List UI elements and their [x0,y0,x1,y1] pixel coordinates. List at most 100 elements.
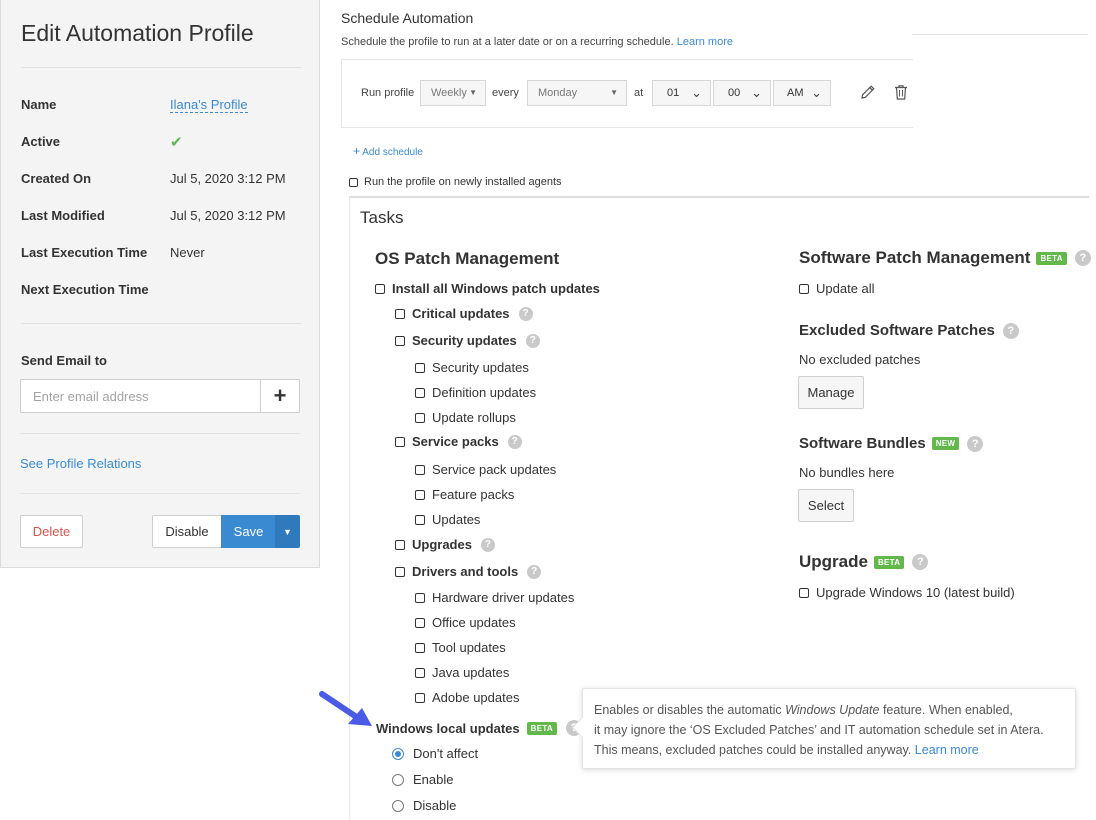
security-updates-option[interactable]: Security updates ? [395,333,540,348]
edit-schedule-button[interactable] [856,80,880,104]
software-bundles-title: Software Bundles NEW ? [799,435,984,452]
see-profile-relations-link[interactable]: See Profile Relations [20,456,141,471]
update-all-option[interactable]: Update all [799,281,875,296]
install-all-checkbox[interactable] [375,283,385,294]
add-schedule-link[interactable]: + Add schedule [353,144,423,158]
upgrades-option[interactable]: Upgrades ? [395,537,495,552]
help-icon[interactable]: ? [967,435,984,452]
day-select[interactable]: Monday ▼ [527,80,627,106]
upgrades-checkbox[interactable] [395,539,405,550]
os-patch-title: OS Patch Management [375,249,560,268]
office-updates-option[interactable]: Office updates [415,615,516,630]
tooltip-learn-more-link[interactable]: Learn more [915,743,979,757]
profile-name-link[interactable]: Ilana's Profile [170,97,248,113]
checkbox[interactable] [415,642,425,653]
radio-disable[interactable]: Disable [392,798,456,813]
help-icon[interactable]: ? [480,537,495,552]
frequency-select[interactable]: Weekly ▼ [420,80,486,106]
save-options-button[interactable]: ▼ [275,515,300,548]
java-updates-option[interactable]: Java updates [415,665,509,680]
windows-local-updates-label: Windows local updates BETA ? [376,720,583,736]
add-email-button[interactable]: + [260,379,300,413]
active-label: Active [21,134,61,149]
last-execution-label: Last Execution Time [21,245,148,260]
minute-select[interactable]: 00 ⌄ [713,80,771,106]
radio-button[interactable] [392,799,404,812]
hour-select[interactable]: 01 ⌄ [652,80,711,106]
feature-packs-option[interactable]: Feature packs [415,487,514,502]
delete-schedule-button[interactable] [889,80,913,104]
help-icon[interactable]: ? [1002,322,1019,339]
tooltip-line-2: it may ignore the ‘OS Excluded Patches’ … [594,723,1044,737]
disable-button[interactable]: Disable [152,515,222,548]
delete-button[interactable]: Delete [20,515,83,548]
plus-icon: + [353,144,361,158]
radio-dont-affect[interactable]: Don't affect [392,746,478,761]
select-button[interactable]: Select [798,489,854,522]
tool-updates-option[interactable]: Tool updates [415,640,506,655]
checkbox[interactable] [415,692,425,703]
at-label: at [634,87,644,99]
security-updates-checkbox[interactable] [395,335,405,346]
software-patch-title: Software Patch Management BETA ? [799,248,1091,268]
updates-option[interactable]: Updates [415,512,480,527]
critical-updates-checkbox[interactable] [395,308,405,319]
service-packs-option[interactable]: Service packs ? [395,434,522,449]
checkbox[interactable] [415,592,425,603]
critical-updates-option[interactable]: Critical updates ? [395,306,533,321]
radio-button[interactable] [392,747,404,760]
profile-details-panel: Edit Automation Profile Name Ilana's Pro… [0,0,320,568]
drivers-and-tools-option[interactable]: Drivers and tools ? [395,564,542,579]
save-button[interactable]: Save [221,515,276,548]
checkbox[interactable] [415,464,425,475]
service-pack-updates-option[interactable]: Service pack updates [415,462,556,477]
tasks-title: Tasks [360,208,404,227]
name-label: Name [21,97,57,112]
last-execution-value: Never [170,245,205,260]
excluded-empty-text: No excluded patches [799,352,921,367]
run-profile-label: Run profile [361,87,415,99]
manage-button[interactable]: Manage [798,376,864,409]
schedule-learn-more-link[interactable]: Learn more [677,36,733,48]
update-all-checkbox[interactable] [799,283,809,294]
help-icon[interactable]: ? [1074,250,1091,266]
checkbox[interactable] [415,514,425,525]
checkbox[interactable] [415,617,425,628]
install-all-windows-option[interactable]: Install all Windows patch updates [375,281,600,296]
checkbox[interactable] [415,412,425,423]
drivers-checkbox[interactable] [395,566,405,577]
chevron-down-icon: ⌄ [691,85,702,100]
checkbox[interactable] [415,362,425,373]
help-icon[interactable]: ? [525,333,540,348]
checkbox[interactable] [415,489,425,500]
upgrade-windows-option[interactable]: Upgrade Windows 10 (latest build) [799,585,1015,600]
email-field[interactable] [20,379,261,413]
update-rollups-option[interactable]: Update rollups [415,410,516,425]
security-sub-option[interactable]: Security updates [415,360,529,375]
run-new-agents-option[interactable]: Run the profile on newly installed agent… [349,176,562,188]
help-icon[interactable]: ? [518,306,533,321]
created-on-label: Created On [21,171,92,186]
upgrade-title: Upgrade BETA ? [799,552,929,572]
checkbox[interactable] [415,667,425,678]
next-execution-label: Next Execution Time [21,282,149,297]
ampm-select[interactable]: AM ⌄ [773,80,831,106]
hardware-driver-updates-option[interactable]: Hardware driver updates [415,590,574,605]
radio-button[interactable] [392,773,404,786]
help-icon[interactable]: ? [527,564,542,579]
tooltip-line-3: This means, excluded patches could be in… [594,743,979,757]
checkbox[interactable] [415,387,425,398]
help-icon[interactable]: ? [507,434,522,449]
run-new-agents-checkbox[interactable] [349,177,358,187]
page-title: Edit Automation Profile [21,20,254,46]
radio-enable[interactable]: Enable [392,772,453,787]
help-icon[interactable]: ? [912,554,929,570]
tooltip-line-1: Enables or disables the automatic Window… [594,703,1013,717]
adobe-updates-option[interactable]: Adobe updates [415,690,519,705]
plus-icon: + [273,383,287,408]
upgrade-windows-checkbox[interactable] [799,587,809,598]
definition-updates-option[interactable]: Definition updates [415,385,536,400]
service-packs-checkbox[interactable] [395,436,405,447]
last-modified-label: Last Modified [21,208,105,223]
caret-down-icon: ▼ [283,526,292,537]
